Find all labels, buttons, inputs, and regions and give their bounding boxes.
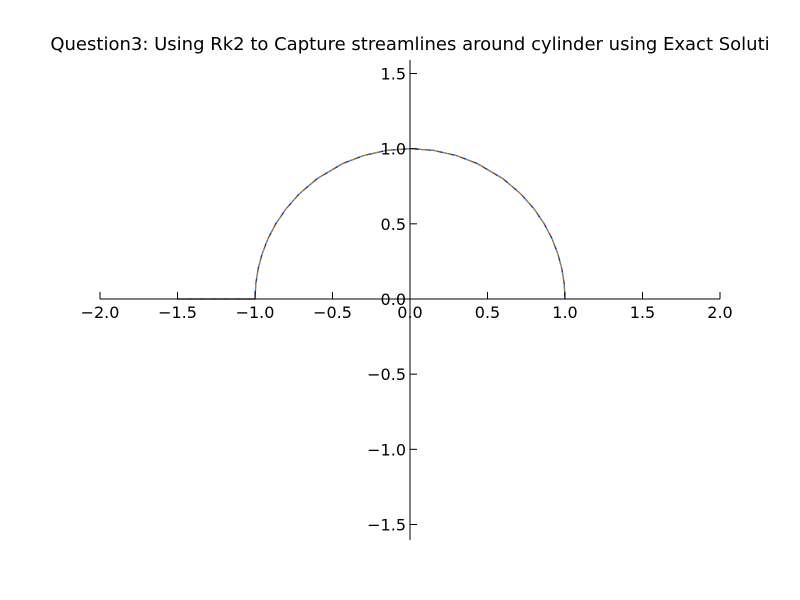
y-tick-label: −0.5 [367, 365, 406, 384]
axes [100, 60, 720, 540]
y-tick-label: 1.0 [381, 140, 406, 159]
x-tick-label: 1.5 [630, 303, 655, 322]
streamline-overlay-3 [177, 148, 566, 300]
streamline-curves [177, 148, 566, 300]
streamline-overlay-0 [177, 148, 566, 300]
y-tick-label: 1.5 [381, 65, 406, 84]
x-tick-label: 0.5 [475, 303, 500, 322]
streamline-0 [177, 148, 566, 300]
y-tick-label: 0.0 [381, 290, 406, 309]
chart-figure: Question3: Using Rk2 to Capture streamli… [0, 0, 800, 600]
x-tick-label: −2.0 [81, 303, 120, 322]
streamline-overlay-1 [177, 148, 566, 300]
y-tick-label: −1.5 [367, 515, 406, 534]
x-tick-label: −1.5 [158, 303, 197, 322]
x-tick-label: −0.5 [313, 303, 352, 322]
x-tick-label: 1.0 [552, 303, 577, 322]
x-tick-label: 2.0 [707, 303, 732, 322]
x-tick-label: −1.0 [236, 303, 275, 322]
streamline-overlay-2 [177, 148, 566, 300]
y-tick-label: 0.5 [381, 215, 406, 234]
chart-title: Question3: Using Rk2 to Capture streamli… [50, 34, 770, 55]
streamline-overlay-5 [177, 148, 566, 300]
x-axis-ticks: −2.0 −1.5 −1.0 −0.5 0.0 0.5 1.0 1.5 2.0 [81, 292, 733, 322]
plot-area: −2.0 −1.5 −1.0 −0.5 0.0 0.5 1.0 1.5 2.0 −1.5 −1.0… [81, 60, 733, 540]
streamline-overlay-4 [177, 148, 566, 300]
y-tick-label: −1.0 [367, 440, 406, 459]
